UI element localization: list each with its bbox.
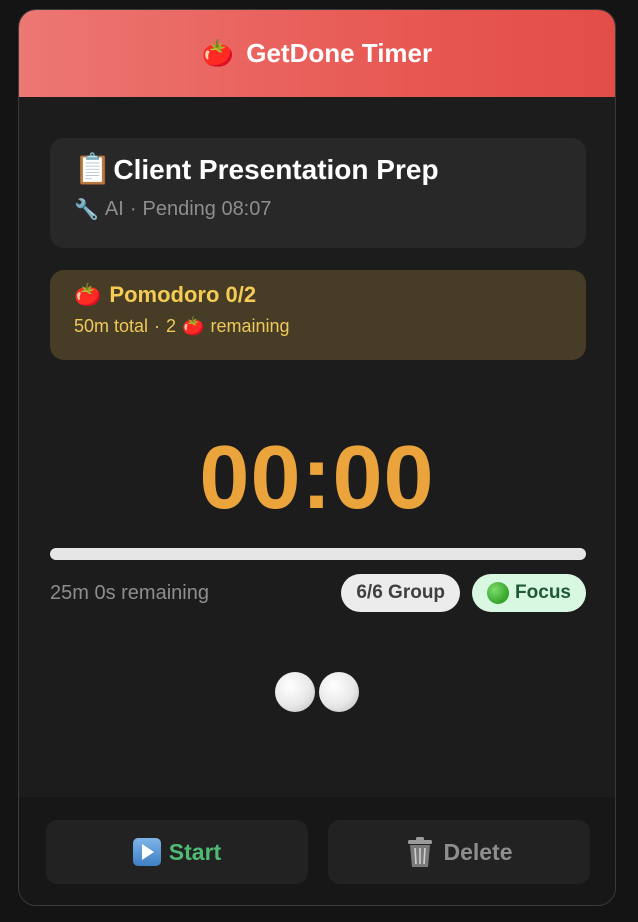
summary-separator: · [154, 316, 161, 336]
delete-button-label: Delete [443, 838, 513, 865]
delete-button[interactable]: Delete [328, 820, 590, 884]
focus-badge-label: Focus [515, 582, 571, 603]
pomodoro-remaining-count: 2 [166, 316, 177, 336]
task-title: Client Presentation Prep [113, 153, 439, 185]
pomodoro-summary: 50m total · 2 🍅 remaining [74, 316, 562, 337]
focus-badge[interactable]: Focus [472, 574, 586, 612]
wrench-icon: 🔧 [74, 199, 99, 221]
timer-display: 00:00 [199, 428, 435, 528]
meta-separator: · [129, 198, 137, 220]
task-title-row: 📋 Client Presentation Prep [74, 152, 562, 187]
pomodoro-total: 50m total [74, 316, 149, 336]
task-card[interactable]: 📋 Client Presentation Prep 🔧 AI · Pendin… [50, 138, 586, 248]
timer-progress-bar [50, 548, 586, 560]
session-dot [275, 672, 315, 712]
tomato-icon: 🍅 [201, 38, 235, 68]
group-badge[interactable]: 6/6 Group [341, 574, 461, 612]
task-tool-label: AI [104, 198, 124, 220]
task-status: Pending 08:07 [142, 198, 272, 220]
start-button[interactable]: Start [46, 820, 308, 884]
pomodoro-remaining-label: remaining [210, 316, 290, 336]
pomodoro-card: 🍅 Pomodoro 0/2 50m total · 2 🍅 remaining [50, 270, 586, 360]
tomato-icon: 🍅 [182, 316, 205, 336]
start-button-label: Start [168, 838, 222, 865]
green-circle-icon [487, 582, 510, 604]
session-dots [19, 672, 615, 712]
pomodoro-title: Pomodoro 0/2 [109, 282, 257, 307]
clipboard-icon: 📋 [74, 153, 112, 186]
app-header: 🍅 GetDone Timer [19, 10, 615, 97]
app-title: GetDone Timer [246, 38, 433, 68]
pomodoro-title-row: 🍅 Pomodoro 0/2 [74, 282, 562, 308]
remaining-time: 25m 0s remaining [50, 581, 209, 604]
action-bar: Start Delete [19, 797, 615, 905]
tomato-icon: 🍅 [74, 282, 102, 307]
timer-window: 🍅 GetDone Timer 📋 Client Presentation Pr… [18, 9, 616, 906]
task-meta: 🔧 AI · Pending 08:07 [74, 197, 562, 222]
session-dot [319, 672, 359, 712]
status-row: 25m 0s remaining 6/6 Group Focus [50, 573, 586, 613]
play-icon [132, 838, 161, 866]
trash-icon [408, 837, 433, 867]
